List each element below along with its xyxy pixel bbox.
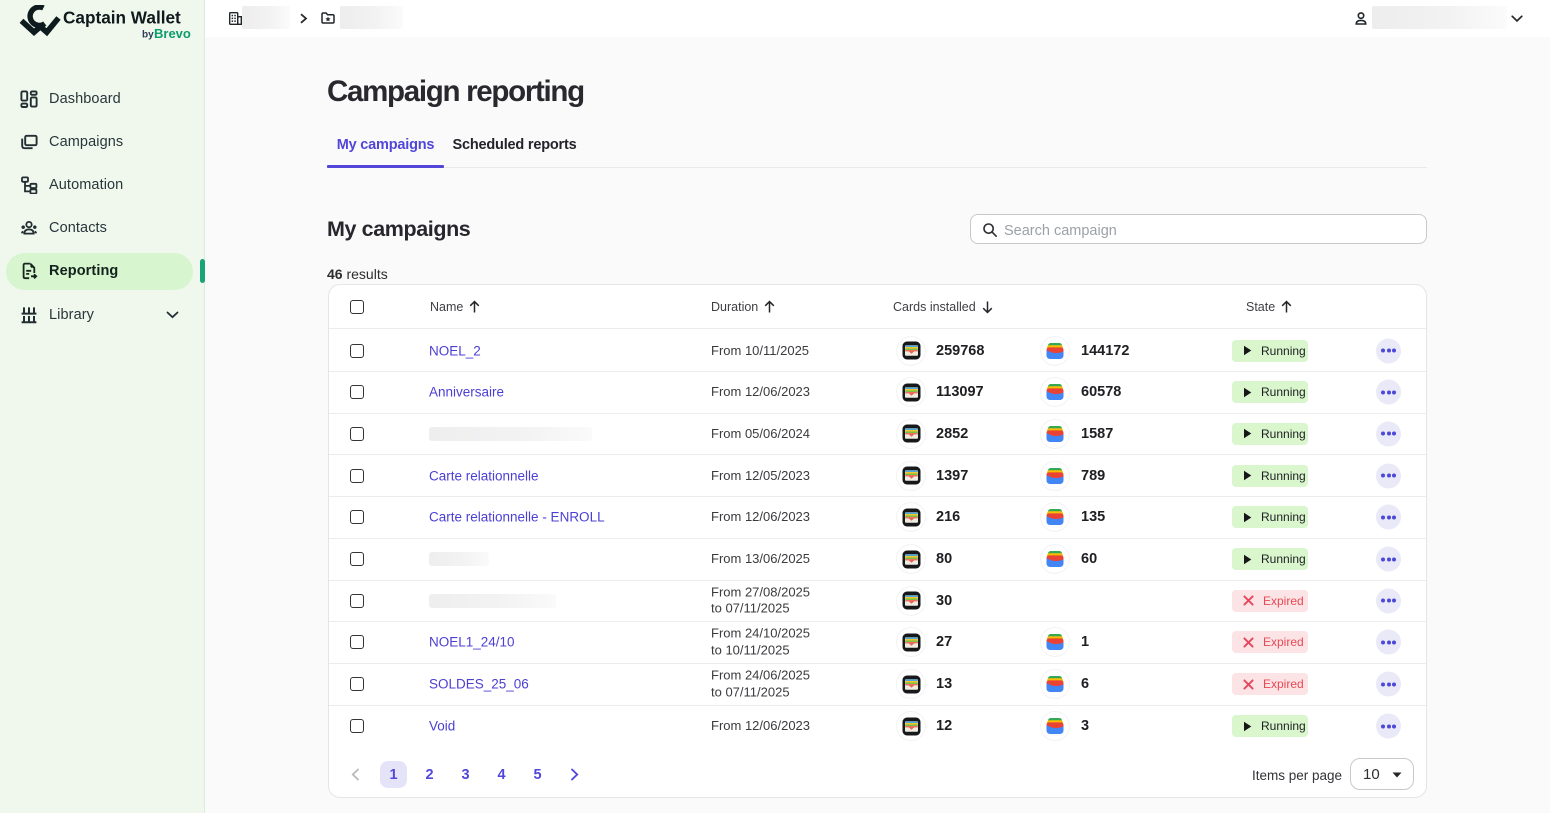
svg-text:by: by <box>142 30 154 41</box>
svg-text:Captain Wallet: Captain Wallet <box>63 8 181 28</box>
svg-text:Brevo: Brevo <box>154 26 191 41</box>
